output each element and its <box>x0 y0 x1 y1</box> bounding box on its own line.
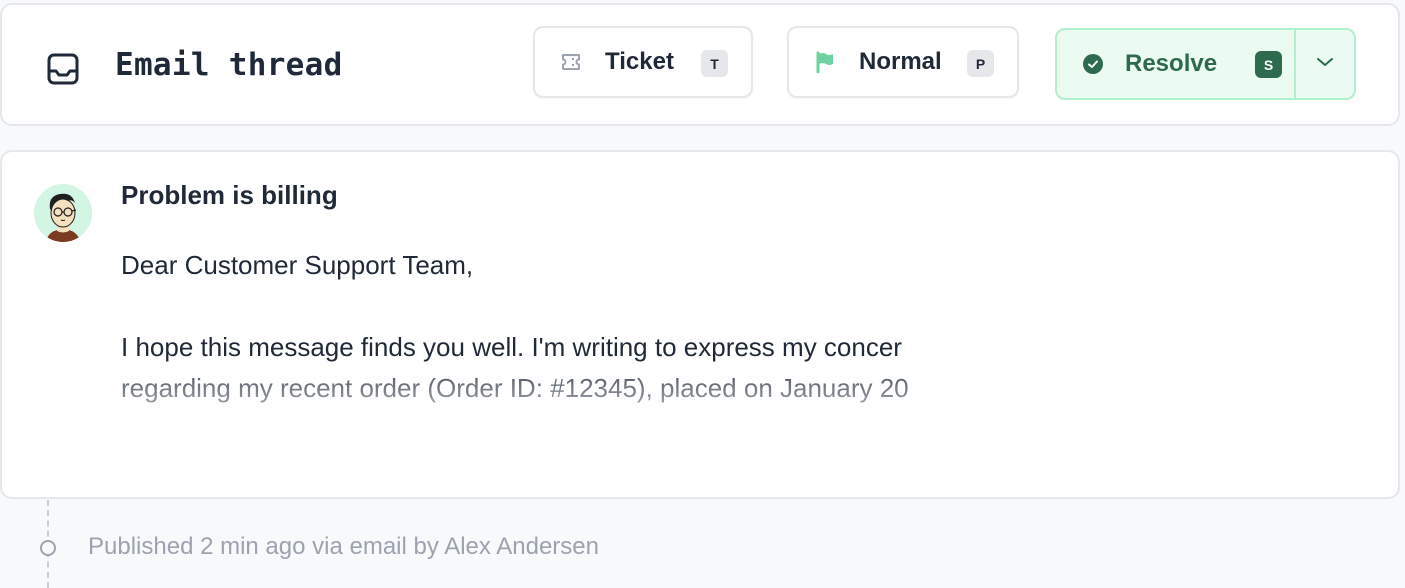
resolve-shortcut-badge: S <box>1255 51 1282 78</box>
ticket-icon <box>559 50 583 74</box>
body-blank-line <box>121 286 1021 327</box>
timeline-dot-icon <box>40 540 56 556</box>
resolve-dropdown-button[interactable] <box>1296 30 1354 98</box>
resolve-button[interactable]: Resolve S <box>1057 30 1294 98</box>
chevron-down-icon <box>1315 55 1335 73</box>
publish-meta: Published 2 min ago via email by Alex An… <box>88 533 599 560</box>
user-avatar <box>34 184 92 242</box>
ticket-button[interactable]: Ticket T <box>533 26 753 98</box>
ticket-label: Ticket <box>605 48 674 75</box>
flag-icon <box>813 50 837 74</box>
message-subject: Problem is billing <box>121 180 338 210</box>
body-fade-overlay <box>2 362 1398 432</box>
body-line: Dear Customer Support Team, <box>121 250 474 280</box>
priority-button[interactable]: Normal P <box>787 26 1019 98</box>
priority-shortcut-badge: P <box>967 50 994 77</box>
page-title: Email thread <box>115 47 343 83</box>
message-card[interactable]: Problem is billing Dear Customer Support… <box>0 150 1400 499</box>
ticket-shortcut-badge: T <box>701 50 728 77</box>
resolve-split-button: Resolve S <box>1055 28 1356 100</box>
check-circle-icon <box>1081 52 1105 76</box>
inbox-icon <box>46 52 80 86</box>
resolve-label: Resolve <box>1125 50 1218 77</box>
priority-label: Normal <box>859 48 942 75</box>
